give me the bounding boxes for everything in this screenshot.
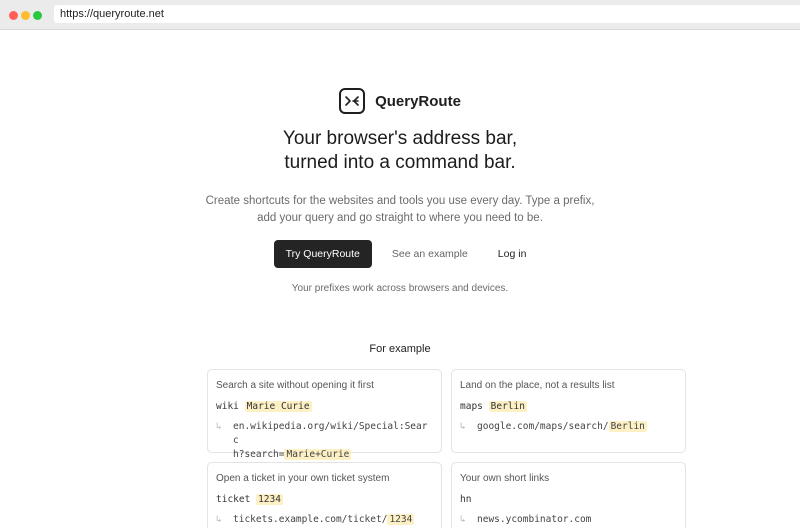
example-card-maps: Land on the place, not a results list ma… [451,369,686,453]
card-command: hn [460,493,677,507]
url-base: tickets.example.com/ticket/ [233,514,388,525]
description-line-1: Create shortcuts for the websites and to… [205,195,595,207]
brand-header: QueryRoute [0,88,800,114]
command-query: Berlin [488,401,527,412]
url-base: google.com/maps/search/ [477,421,609,432]
card-title: Your own short links [460,473,550,484]
card-result-url: ↳ tickets.example.com/ticket/1234 [216,513,433,527]
page-headline: Your browser's address bar, turned into … [0,127,800,175]
url-line-1: en.wikipedia.org/wiki/Special:Searc [233,421,428,446]
command-prefix: ticket [216,494,251,505]
card-title: Open a ticket in your own ticket system [216,473,390,484]
card-command: ticket 1234 [216,493,433,507]
hero-actions: Try QueryRoute See an example Log in [0,240,800,268]
command-prefix: maps [460,401,483,412]
cross-device-note: Your prefixes work across browsers and d… [291,283,509,294]
example-card-ticket: Open a ticket in your own ticket system … [207,462,442,528]
return-arrow-icon: ↳ [216,514,222,525]
close-window-button[interactable] [9,11,18,20]
url-query: Berlin [608,421,647,432]
try-queryroute-button[interactable]: Try QueryRoute [273,240,372,268]
url-base: news.ycombinator.com [477,514,592,525]
return-arrow-icon: ↳ [460,421,466,432]
card-command: wiki Marie Curie [216,400,433,414]
url-query: 1234 [387,514,415,525]
card-title: Land on the place, not a results list [460,380,615,391]
maximize-window-button[interactable] [33,11,42,20]
command-prefix: wiki [216,401,239,412]
brand-name: QueryRoute [375,92,461,110]
card-command: maps Berlin [460,400,677,414]
example-card-wiki: Search a site without opening it first w… [207,369,442,460]
url-query: Marie+Curie [284,449,352,460]
card-result-url: ↳ en.wikipedia.org/wiki/Special:Searc h?… [216,420,433,462]
url-line-2: h?search= [233,449,285,460]
hero-description: Create shortcuts for the websites and to… [0,193,800,227]
command-query: Marie Curie [244,401,312,412]
command-prefix: hn [460,494,472,505]
return-arrow-icon: ↳ [460,514,466,525]
card-result-url: ↳ news.ycombinator.com [460,513,677,527]
card-title: Search a site without opening it first [216,380,374,391]
example-card-hn: Your own short links hn ↳ news.ycombinat… [451,462,686,528]
address-bar[interactable]: https://queryroute.net [54,5,800,23]
login-link[interactable]: Log in [498,240,527,268]
headline-line-2: turned into a command bar. [284,152,516,173]
minimize-window-button[interactable] [21,11,30,20]
browser-toolbar: https://queryroute.net [0,0,800,30]
description-line-2: add your query and go straight to where … [257,212,543,224]
command-query: 1234 [256,494,283,505]
examples-title: For example [369,343,431,355]
headline-line-1: Your browser's address bar, [282,128,518,149]
queryroute-logo-icon [339,88,366,114]
see-example-link[interactable]: See an example [392,240,468,268]
card-result-url: ↳ google.com/maps/search/Berlin [460,420,677,434]
return-arrow-icon: ↳ [216,421,222,432]
